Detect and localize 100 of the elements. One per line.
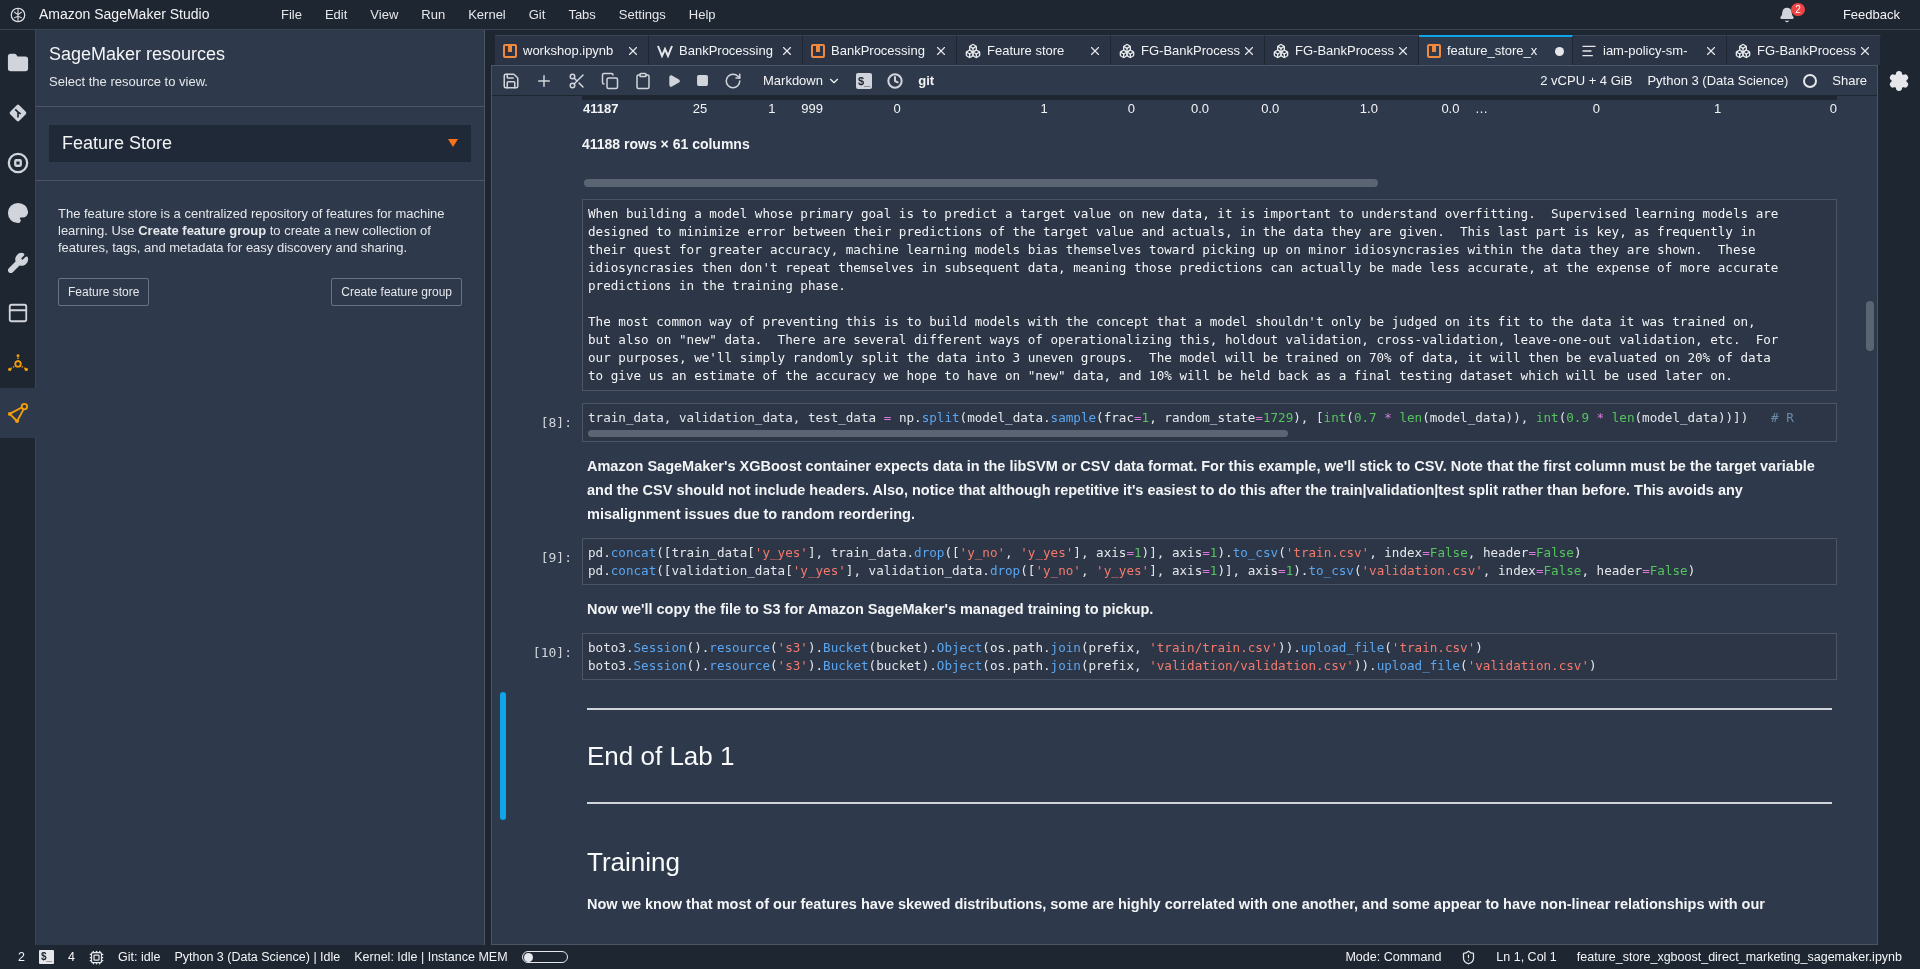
sidebar-button[interactable]: Feature store	[58, 277, 150, 306]
terminal-icon[interactable]: $_	[38, 950, 55, 964]
menu-item[interactable]: Run	[411, 4, 456, 25]
markdown-source-text: When building a model whose primary goal is to predict a target value on new data, it is important to understand overfitting. Supervised learning models are designed to minimize error between their predictions of the target value and actuals, in the data they are given. This last part is key, as frequently in their quest for greater accuracy, machine learning models bias themselves toward picking up on minor idiosyncrasies within the data they are shown. These idiosyncrasies then don't repeat themselves in subsequent data, meaning those predictions can actually be made less accurate, at the expense of more accurate predictions in the training phase.	[588, 205, 1780, 295]
menu-item[interactable]: Settings	[608, 4, 676, 25]
editor-tab[interactable]: FG-BankProcess	[1727, 35, 1881, 65]
code-line: pd.concat([train_data['y_yes'], train_data.drop(['y_no', 'y_yes'], axis=1)], axis=1).to_csv('train.csv', index=False, header=False)	[588, 544, 1582, 562]
tab-label: feature_store_x	[1447, 42, 1539, 61]
editor-tab[interactable]: BankProcessing	[803, 35, 957, 65]
tab-label: BankProcessing	[679, 41, 774, 60]
table-cell-text: 0	[892, 100, 901, 119]
terminal-icon[interactable]: $_	[855, 72, 873, 89]
markdown-editor[interactable]	[582, 199, 1837, 391]
editor-tab[interactable]: Feature store	[957, 35, 1111, 65]
status-text: Kernel: Idle | Instance MEM	[354, 948, 508, 966]
paragraph: Amazon SageMaker's XGBoost container expects data in the libSVM or CSV data format. For this example, we'll stick to CSV. Note that the first column must be the target variable and the CSV should not include headers. Also, notice that although repetitive it's easiest to do this after the train|validation|test split rather than before. This avoids any misalignment issues due to random reordering.	[587, 457, 1816, 524]
notification-count: 2	[1791, 3, 1805, 16]
editor-tab[interactable]: FG-BankProcess	[1265, 35, 1419, 65]
code-line: boto3.Session().resource('s3').Bucket(bucket).Object(os.path.join(prefix, 'validation/validation.csv')).upload_file('validation.csv')	[588, 657, 1597, 675]
sidebar-button[interactable]: Create feature group	[331, 277, 462, 306]
table-cell-text: …	[1473, 100, 1488, 119]
heading: End of Lab 1	[587, 740, 736, 772]
editor-tab[interactable]: workshop.ipynb	[495, 35, 649, 65]
run-icon[interactable]	[667, 73, 681, 88]
table-cell-text: 0.0	[1260, 100, 1280, 119]
menu-item[interactable]: File	[271, 4, 312, 25]
cut-icon[interactable]	[568, 71, 586, 90]
table-cell-text: 0.0	[1440, 100, 1460, 119]
scrollbar[interactable]	[588, 430, 1288, 437]
cubes-icon	[1273, 42, 1289, 59]
resource-dropdown[interactable]: Feature Store	[49, 124, 471, 162]
app-title: Amazon SageMaker Studio	[39, 5, 211, 24]
tab-label: workshop.ipynb	[523, 41, 615, 60]
scrollbar[interactable]	[1866, 301, 1874, 351]
scrollbar[interactable]	[584, 179, 1378, 187]
code-line: train_data, validation_data, test_data = np.split(model_data.sample(frac=1, random_state=1729), [int(0.7 * len(model_data)), int(0.9 * len(model_data))]) # R	[588, 409, 1794, 427]
nodes-icon[interactable]	[0, 388, 36, 438]
menu-item[interactable]: Edit	[314, 4, 358, 25]
status-text: Git: idle	[118, 948, 161, 966]
row-index: 41187	[582, 100, 620, 119]
menu-item[interactable]: Help	[678, 4, 726, 25]
status-text: feature_store_xgboost_direct_marketing_sagemaker.ipynb	[1576, 948, 1902, 966]
restart-icon[interactable]	[724, 71, 742, 90]
table-cell-text: 25	[691, 100, 708, 119]
notebook-icon	[503, 43, 517, 58]
cubes-icon	[1119, 42, 1135, 59]
menu-item[interactable]: Kernel	[458, 4, 516, 25]
cubes-icon	[1735, 42, 1751, 59]
table-summary: 41188 rows × 61 columns	[582, 135, 751, 154]
clock-icon[interactable]	[887, 72, 904, 89]
table-cell-text: 1	[1713, 100, 1722, 119]
table-cell-text: 0.0	[1189, 100, 1210, 119]
editor-tab[interactable]: FG-BankProcess	[1111, 35, 1265, 65]
table-cell-text: 999	[800, 100, 823, 119]
menu-item[interactable]: Tabs	[558, 4, 606, 25]
paragraph: Now we'll copy the file to S3 for Amazon SageMaker's managed training to pickup.	[587, 600, 1155, 619]
stop-icon[interactable]	[696, 74, 709, 87]
kernel-name[interactable]: Python 3 (Data Science)	[1647, 70, 1789, 91]
code-editor[interactable]	[582, 538, 1837, 585]
cell-prompt: [8]:	[540, 415, 572, 430]
markdown-source-text: The most common way of preventing this is to build models with the concept that a model shouldn't only be judged on its fit to the data it was trained on, but also on "new" data. There are several different ways of operationalizing this, holdout validation, cross-validation, leave-one-out validation, etc. For our purposes, we'll simply randomly split the data into 3 uneven groups. The model will be trained on 70% of data, it will then be evaluated on 20% of data to give us an estimate of the accuracy we hope to have on "new" data, and 10% will be held back as a final testing dataset which will be used later on.	[588, 313, 1780, 385]
notification-bell[interactable]	[1779, 6, 1796, 23]
status-text: 4	[68, 948, 76, 966]
editor-tab[interactable]: feature_store_x	[1419, 35, 1573, 65]
settings-icon[interactable]	[1888, 70, 1910, 92]
copy-icon[interactable]	[601, 71, 619, 90]
status-text: Mode: Command	[1345, 948, 1442, 966]
shield-icon[interactable]	[1461, 949, 1477, 965]
code-editor[interactable]	[582, 633, 1837, 680]
cell-type-dropdown[interactable]: Markdown	[763, 70, 841, 91]
status-text: Ln 1, Col 1	[1496, 948, 1557, 966]
tab-label: Feature store	[987, 41, 1066, 60]
table-cell-text: 0	[1828, 100, 1837, 119]
cpu-icon[interactable]	[89, 949, 105, 965]
editor-tab[interactable]: iam-policy-sm-	[1573, 35, 1727, 65]
cell-prompt: [9]:	[540, 550, 572, 565]
menu-item[interactable]: Git	[518, 4, 556, 25]
code-line: boto3.Session().resource('s3').Bucket(bucket).Object(os.path.join(prefix, 'train/train.csv')).upload_file('train.csv')	[588, 639, 1483, 657]
menu-item[interactable]: View	[360, 4, 409, 25]
cubes-icon	[965, 42, 981, 59]
paragraph: Now we know that most of our features have skewed distributions, some are highly correlated with one another, and some appear to have non-linear relationships with our	[587, 895, 1766, 914]
table-cell-text: 0	[1591, 100, 1600, 119]
save-icon[interactable]	[502, 71, 520, 90]
table-cell-text: 1	[1039, 100, 1048, 119]
paste-icon[interactable]	[634, 71, 652, 90]
status-text: 2	[18, 948, 25, 966]
git-button[interactable]: git	[918, 70, 935, 91]
caret-icon	[448, 139, 458, 147]
status-text: Python 3 (Data Science) | Idle	[174, 948, 341, 966]
feedback-link[interactable]: Feedback	[1842, 4, 1900, 25]
notebook-icon	[1427, 44, 1441, 58]
code-editor[interactable]: train_data, validation_data, test_data = np.split(model_data.sample(frac=1, random_state=1729), [int(0.7 * len(model_data)), int(0.9 * len(model_data))]) # R	[582, 403, 1837, 442]
editor-tab[interactable]: BankProcessing	[649, 35, 803, 65]
table-cell-text: 1	[767, 100, 776, 119]
share-button[interactable]: Share	[1832, 70, 1867, 91]
table-cell-text: 1.0	[1358, 100, 1378, 119]
instance-type[interactable]: 2 vCPU + 4 GiB	[1540, 70, 1633, 91]
brain-logo-icon	[9, 5, 27, 24]
cell-prompt: [10]:	[532, 645, 572, 660]
sidebar-subtitle: Select the resource to view.	[49, 73, 209, 91]
